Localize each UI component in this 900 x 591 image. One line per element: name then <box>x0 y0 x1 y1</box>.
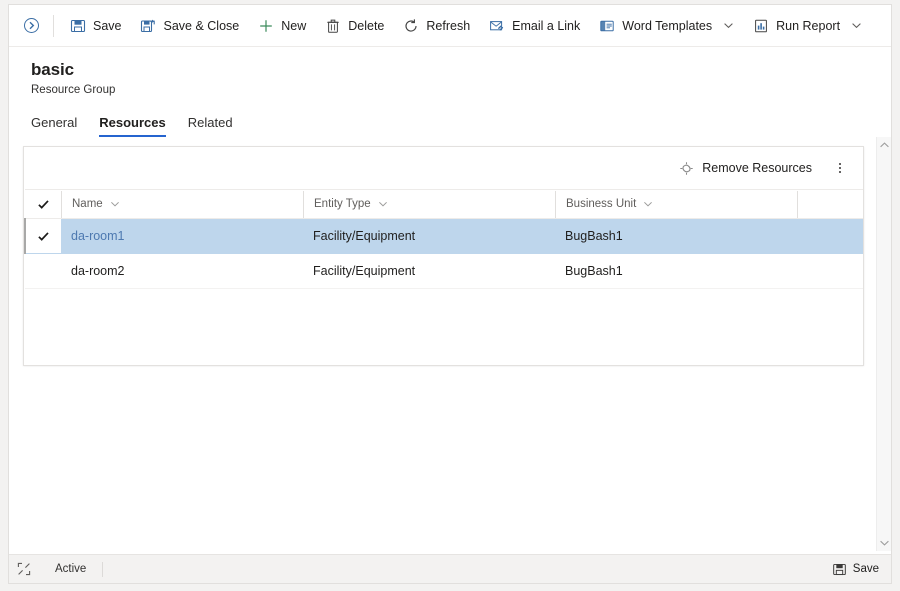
run-report-button[interactable]: Run Report <box>743 11 871 41</box>
table-row[interactable]: da-room2 Facility/Equipment BugBash1 <box>25 253 863 289</box>
save-and-close-label: Save & Close <box>163 18 240 33</box>
save-icon <box>832 562 847 577</box>
footer-save-label: Save <box>852 563 879 575</box>
page-header: basic Resource Group <box>9 47 891 97</box>
column-header-filler <box>797 189 863 219</box>
chevron-down-icon[interactable] <box>851 20 862 31</box>
refresh-button-label: Refresh <box>426 18 471 33</box>
cell-name[interactable]: da-room1 <box>61 218 303 254</box>
remove-resources-label: Remove Resources <box>702 161 812 175</box>
subgrid-command-bar: Remove Resources <box>24 147 863 189</box>
more-vertical-icon[interactable] <box>827 154 853 182</box>
cell-name[interactable]: da-room2 <box>61 253 303 289</box>
command-bar: Save Save & Close New Delete Refresh Ema… <box>9 5 891 47</box>
save-button-label: Save <box>93 18 122 33</box>
caret-up-icon[interactable] <box>877 138 891 152</box>
remove-resources-button[interactable]: Remove Resources <box>671 154 819 182</box>
chevron-down-icon[interactable] <box>723 20 734 31</box>
page-subtitle: Resource Group <box>31 84 116 96</box>
table-header: Name Entity Type Business Unit <box>25 189 863 219</box>
page-title: basic <box>31 60 74 79</box>
tab-list: General Resources Related <box>9 111 891 137</box>
column-header-business-unit-label: Business Unit <box>566 198 637 210</box>
save-and-close-button[interactable]: Save & Close <box>131 11 249 41</box>
save-button[interactable]: Save <box>60 11 131 41</box>
form-scrollbar[interactable] <box>876 137 891 551</box>
column-header-name-label: Name <box>72 198 103 210</box>
new-button-label: New <box>281 18 307 33</box>
chevron-circle-right-icon[interactable] <box>17 12 45 40</box>
tab-resources[interactable]: Resources <box>99 115 167 137</box>
table-row[interactable]: da-room1 Facility/Equipment BugBash1 <box>24 218 863 254</box>
select-all-header[interactable] <box>25 189 61 219</box>
word-templates-label: Word Templates <box>622 18 713 33</box>
column-header-entity-type[interactable]: Entity Type <box>303 189 555 219</box>
row-select-checkbox[interactable] <box>25 253 61 289</box>
checkmark-icon <box>26 220 61 253</box>
cell-business-unit: BugBash1 <box>555 253 797 289</box>
run-report-label: Run Report <box>776 18 841 33</box>
delete-button[interactable]: Delete <box>315 11 393 41</box>
resources-table: Name Entity Type Business Unit da-room1 … <box>24 189 863 289</box>
cell-business-unit: BugBash1 <box>555 218 797 254</box>
chevron-down-icon[interactable] <box>110 199 120 209</box>
report-icon <box>752 17 769 34</box>
tab-related[interactable]: Related <box>188 115 233 137</box>
tab-general[interactable]: General <box>31 115 77 137</box>
app-window: Save Save & Close New Delete Refresh Ema… <box>8 4 892 584</box>
status-badge: Active <box>39 561 104 577</box>
caret-down-icon[interactable] <box>877 536 891 550</box>
save-icon <box>69 17 86 34</box>
remove-link-icon <box>678 160 694 176</box>
table-header-row: Name Entity Type Business Unit <box>25 189 863 219</box>
column-header-name[interactable]: Name <box>61 189 303 219</box>
refresh-icon <box>402 17 419 34</box>
cell-filler <box>797 218 863 254</box>
word-templates-button[interactable]: Word Templates <box>589 11 743 41</box>
email-a-link-button[interactable]: Email a Link <box>479 11 589 41</box>
save-and-close-icon <box>140 17 157 34</box>
plus-icon <box>257 17 274 34</box>
row-select-checkbox[interactable] <box>24 218 61 254</box>
checkmark-icon <box>25 191 61 218</box>
email-link-icon <box>488 17 505 34</box>
refresh-button[interactable]: Refresh <box>393 11 479 41</box>
resources-subgrid: Remove Resources Name Entity Type Busine… <box>23 146 864 366</box>
status-bar: Active Save <box>9 554 891 583</box>
new-button[interactable]: New <box>248 11 315 41</box>
word-template-icon <box>598 17 615 34</box>
footer-save-button[interactable]: Save <box>832 562 891 577</box>
column-header-entity-type-label: Entity Type <box>314 198 371 210</box>
trash-icon <box>324 17 341 34</box>
email-a-link-label: Email a Link <box>512 18 581 33</box>
cell-entity-type: Facility/Equipment <box>303 253 555 289</box>
column-header-business-unit[interactable]: Business Unit <box>555 189 797 219</box>
chevron-down-icon[interactable] <box>643 199 653 209</box>
form-body: Remove Resources Name Entity Type Busine… <box>9 137 891 551</box>
expand-icon[interactable] <box>9 562 39 576</box>
cell-entity-type: Facility/Equipment <box>303 218 555 254</box>
chevron-down-icon[interactable] <box>378 199 388 209</box>
command-bar-divider <box>53 14 54 37</box>
cell-filler <box>797 253 863 289</box>
table-body: da-room1 Facility/Equipment BugBash1 da-… <box>24 218 863 289</box>
delete-button-label: Delete <box>348 18 385 33</box>
